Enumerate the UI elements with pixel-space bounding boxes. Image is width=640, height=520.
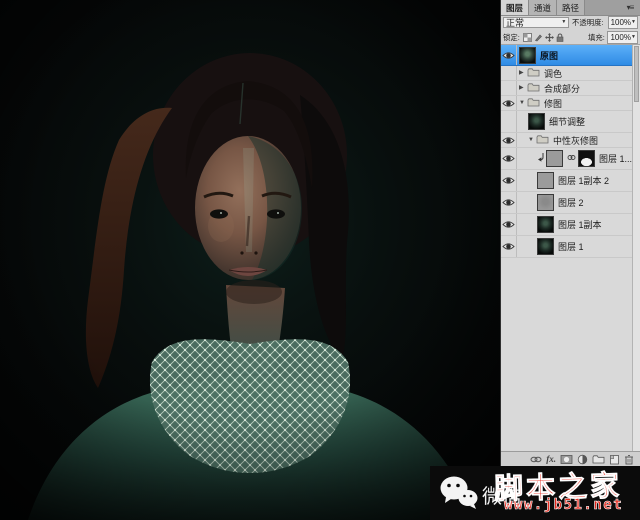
layer-row[interactable]: 图层 1 [501,236,632,258]
visibility-toggle[interactable] [501,133,517,147]
layer-thumbnail[interactable] [537,194,554,211]
delete-layer-icon[interactable] [624,453,634,465]
visibility-toggle[interactable] [501,66,517,80]
group-row[interactable]: ▼ 修图 [501,96,632,111]
layer-name[interactable]: 细节调整 [548,115,585,128]
collapse-arrow-icon[interactable]: ▼ [528,137,536,143]
lock-move-icon[interactable] [545,33,554,42]
layer-name[interactable]: 调色 [543,67,562,80]
folder-icon [527,82,540,94]
lock-label: 锁定: [503,32,520,42]
layer-thumbnail[interactable] [537,238,554,255]
layer-name[interactable]: 原图 [539,49,558,62]
layer-list: 原图 ▶ 调色 ▶ 合成部分 ▼ 修图细节调整 ▼ 中性灰修图图层 1... 图层 1副本 2 图层… [501,45,632,452]
layer-thumbnail[interactable] [537,172,554,189]
chevron-down-icon: ▼ [561,20,566,25]
portrait-photo [0,0,500,520]
wechat-icon [438,474,480,512]
blend-controls-row: 正常 ▼ 不透明度: 100% ▼ [501,15,640,30]
visibility-toggle[interactable] [501,111,517,132]
layer-row[interactable]: 图层 2 [501,192,632,214]
layer-row[interactable]: 图层 1... [501,148,632,170]
panel-tab-bar: 图层通道路径 ▾≡ [501,0,640,16]
panel-flyout-menu-icon[interactable]: ▾≡ [622,1,638,13]
layer-row[interactable]: 原图 [501,45,632,66]
opacity-input[interactable]: 100% ▼ [608,16,638,29]
layer-name[interactable]: 图层 1副本 [557,218,602,231]
chevron-down-icon: ▼ [631,20,636,25]
folder-icon [536,134,549,146]
fill-value: 100% [610,33,630,42]
layer-name[interactable]: 图层 1... [598,152,632,165]
layer-row[interactable]: 图层 1副本 [501,214,632,236]
layer-mask-thumbnail[interactable] [578,150,595,167]
tab-paths[interactable]: 路径 [557,0,585,15]
fill-label: 填充: [588,32,605,42]
lock-all-icon[interactable] [556,33,564,42]
scrollbar-thumb[interactable] [634,46,639,102]
layer-name[interactable]: 中性灰修图 [552,134,598,147]
expand-arrow-icon[interactable]: ▶ [519,70,527,76]
visibility-toggle[interactable] [501,96,517,110]
visibility-toggle[interactable] [501,192,517,213]
tab-layers[interactable]: 图层 [501,0,529,15]
mask-link-icon[interactable] [567,153,576,164]
layers-panel: 图层通道路径 ▾≡ 正常 ▼ 不透明度: 100% ▼ 锁定: 填充: [500,0,640,466]
opacity-label: 不透明度: [572,17,603,27]
brand-url: www.jb51.net [504,497,623,513]
folder-icon [527,97,540,109]
layer-thumbnail[interactable] [528,113,545,130]
tab-channels[interactable]: 通道 [529,0,557,15]
layer-name[interactable]: 合成部分 [543,82,580,95]
group-row[interactable]: ▶ 调色 [501,66,632,81]
layer-name[interactable]: 图层 2 [557,196,584,209]
lock-paint-icon[interactable] [534,33,543,42]
visibility-toggle[interactable] [501,236,517,257]
layer-name[interactable]: 图层 1 [557,240,584,253]
collapse-arrow-icon[interactable]: ▼ [519,100,527,106]
document-canvas[interactable] [0,0,500,520]
layer-thumbnail[interactable] [537,216,554,233]
blend-mode-select[interactable]: 正常 ▼ [503,17,569,28]
chevron-down-icon: ▼ [631,35,636,40]
group-row[interactable]: ▼ 中性灰修图 [501,133,632,148]
opacity-value: 100% [611,18,631,27]
watermark-strip: 微信 脚本之家 www.jb51.net [430,466,640,520]
visibility-toggle[interactable] [501,170,517,191]
visibility-toggle[interactable] [501,45,517,65]
photoshop-window: 图层通道路径 ▾≡ 正常 ▼ 不透明度: 100% ▼ 锁定: 填充: [0,0,640,520]
panel-scrollbar[interactable] [632,45,640,452]
visibility-toggle[interactable] [501,81,517,95]
link-layers-icon[interactable] [530,453,542,465]
layer-name[interactable]: 修图 [543,97,562,110]
folder-icon [527,67,540,79]
layer-name[interactable]: 图层 1副本 2 [557,174,609,187]
group-row[interactable]: ▶ 合成部分 [501,81,632,96]
layer-row[interactable]: 细节调整 [501,111,632,133]
layer-row[interactable]: 图层 1副本 2 [501,170,632,192]
fill-input[interactable]: 100% ▼ [607,31,637,44]
lock-transparency-icon[interactable] [523,33,532,42]
layer-thumbnail[interactable] [519,47,536,64]
visibility-toggle[interactable] [501,148,517,169]
visibility-toggle[interactable] [501,214,517,235]
blend-mode-value: 正常 [506,16,524,29]
lock-controls-row: 锁定: 填充: 100% ▼ [501,30,640,45]
clipping-mask-arrow-icon [537,152,545,166]
layer-thumbnail[interactable] [546,150,563,167]
expand-arrow-icon[interactable]: ▶ [519,85,527,91]
